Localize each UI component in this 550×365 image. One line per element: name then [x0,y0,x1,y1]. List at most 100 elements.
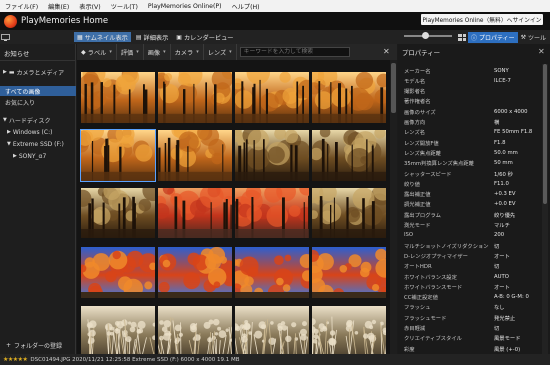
thumbnail-forest-3[interactable] [77,179,164,254]
property-value: SONY [494,67,509,74]
sidebar-item-label: お気に入り [5,99,36,107]
property-value: 50 mm [494,160,513,167]
zoom-slider-knob[interactable] [422,32,430,39]
sidebar-item-camera-media[interactable]: ▶ ▬ カメラとメディア [0,67,76,77]
camera-filter[interactable]: カメラ ▾ [171,44,204,60]
rating-filter[interactable]: 評価 ▾ [117,44,144,60]
sidebar-item-folder[interactable]: ▶ SONY_α7 [0,151,76,161]
thumbnail-red-1[interactable] [153,178,238,255]
thumbnail-red-2[interactable] [231,180,314,255]
property-key: オートHDR [404,264,432,271]
thumbnail-image [81,306,160,354]
rating-stars[interactable]: ★★★★★ [3,356,28,363]
properties-panel: プロパティー ✕ メーカー名 SONY モデル名 ILCE-7 撮影者名 著作権者名 画像の… [398,44,550,354]
collapse-icon[interactable]: ▼ [7,141,11,147]
property-key: D-レンジオプティマイザー [404,253,468,260]
thumbnail-grass-3[interactable] [231,306,309,354]
collapse-icon[interactable]: ▼ [3,117,7,123]
thumbnail-image [230,247,316,301]
sidebar-item-ssd-drive[interactable]: ▼ Extreme SSD (F:) [0,139,76,149]
properties-scrollbar[interactable] [542,64,548,354]
sidebar-item-favorites[interactable]: お気に入り [0,97,76,107]
tab-properties-label: プロパティー [479,34,515,42]
close-icon[interactable]: ✕ [383,47,390,56]
property-row: 彩度 風景 (+-0) [398,343,542,354]
sidebar-item-all-images[interactable]: すべての画像 [0,86,76,96]
property-value: 発光禁止 [494,315,516,322]
sidebar-item-hard-disk[interactable]: ▼ ハードディスク [0,115,76,125]
thumbnail-autumn-5[interactable] [77,119,156,199]
label-filter[interactable]: ◆ ラベル ▾ [77,44,117,60]
scrollbar-thumb[interactable] [391,63,396,113]
calendar-icon: ▣ [176,33,182,41]
add-folder-button[interactable]: + フォルダーの登録 [6,340,74,350]
grid-layout-icon[interactable] [458,33,466,41]
thumbnail-sky-4[interactable] [304,247,390,301]
menu-tools[interactable]: ツール(T) [106,2,143,11]
tab-tools[interactable]: ⚒ ツール [518,32,549,43]
image-filter[interactable]: 画像 ▾ [144,44,171,60]
property-key: 35mm判換算レンズ焦点距離 [404,161,474,168]
search-input[interactable] [239,47,350,57]
calendar-view-button[interactable]: ▣ カレンダービュー [173,32,236,42]
sidebar-item-windows-drive[interactable]: ▶ Windows (C:) [0,127,76,137]
filter-bar: ◆ ラベル ▾ 評価 ▾ 画像 ▾ カメラ ▾ レンズ ▾ ✕ [77,44,397,60]
expand-icon[interactable]: ▶ [7,129,11,135]
app-title: PlayMemories Home [21,16,109,26]
thumbnail-grass-2[interactable] [156,306,234,354]
property-key: レンズ名 [404,130,426,137]
close-icon[interactable]: ✕ [538,47,545,56]
camera-filter-text: カメラ [174,49,194,57]
property-key: 画像のサイズ [404,109,436,116]
property-value: 6000 x 4000 [494,108,528,115]
property-value: 200 [494,232,505,239]
lens-filter-text: レンズ [207,49,227,57]
expand-icon[interactable]: ▶ [13,153,17,159]
thumbnail-grass-1[interactable] [81,306,160,354]
menu-help[interactable]: ヘルプ(H) [227,2,265,11]
property-value: AUTO [494,273,509,280]
property-value: 1/60 秒 [494,171,513,178]
online-signin-button[interactable]: PlayMemories Online（無料）へサインイン [421,14,543,25]
thumbnail-forest-2[interactable] [310,126,386,197]
thumbnail-autumn-6[interactable] [158,120,232,199]
zoom-slider[interactable] [404,32,452,39]
property-key: 撮影者名 [404,89,426,96]
thumbnail-sky-1[interactable] [78,247,158,300]
thumbnail-autumn-3[interactable] [229,61,317,140]
scrollbar-thumb[interactable] [543,64,547,204]
property-key: レンズ焦点距離 [404,150,441,157]
thumbnail-forest-4[interactable] [303,180,390,255]
tab-properties[interactable]: ⓘ プロパティー [468,31,518,43]
sidebar-item-label: すべての画像 [5,88,41,96]
thumbnail-grass-4[interactable] [309,306,388,354]
lens-filter[interactable]: レンズ ▾ [204,44,237,60]
sidebar-divider [0,60,76,61]
camera-icon: ▬ [8,68,15,76]
property-key: 彩度 [404,346,415,353]
thumbnail-sky-3[interactable] [230,247,316,301]
add-folder-label: フォルダーの登録 [14,342,63,350]
thumbnail-image [310,126,386,197]
thumbnail-autumn-1[interactable] [78,62,155,141]
sidebar-item-notice[interactable]: お知らせ [0,48,76,58]
thumbnail-autumn-2[interactable] [152,62,236,141]
property-key: フラッシュ [404,305,431,312]
thumbnail-forest-1[interactable] [229,124,310,197]
chevron-down-icon: ▾ [196,49,199,55]
thumbnail-view-button[interactable]: ▦ サムネイル表示 [74,32,131,42]
thumbnail-image [303,180,390,255]
detail-view-button[interactable]: ▤ 詳細表示 [133,32,171,42]
menu-file[interactable]: ファイル(F) [0,2,43,11]
thumbnail-sky-2[interactable] [158,246,237,298]
thumbnail-autumn-4[interactable] [304,66,390,140]
menu-edit[interactable]: 編集(E) [43,2,74,11]
grid-scrollbar[interactable] [390,60,397,354]
menu-view[interactable]: 表示(V) [74,2,105,11]
property-value: 切 [494,243,500,250]
tag-icon: ◆ [81,48,86,56]
monitor-icon[interactable] [0,33,10,41]
chevron-down-icon: ▾ [229,49,232,55]
menu-online[interactable]: PlayMemories Online(P) [143,3,227,10]
expand-icon[interactable]: ▶ [3,69,7,75]
